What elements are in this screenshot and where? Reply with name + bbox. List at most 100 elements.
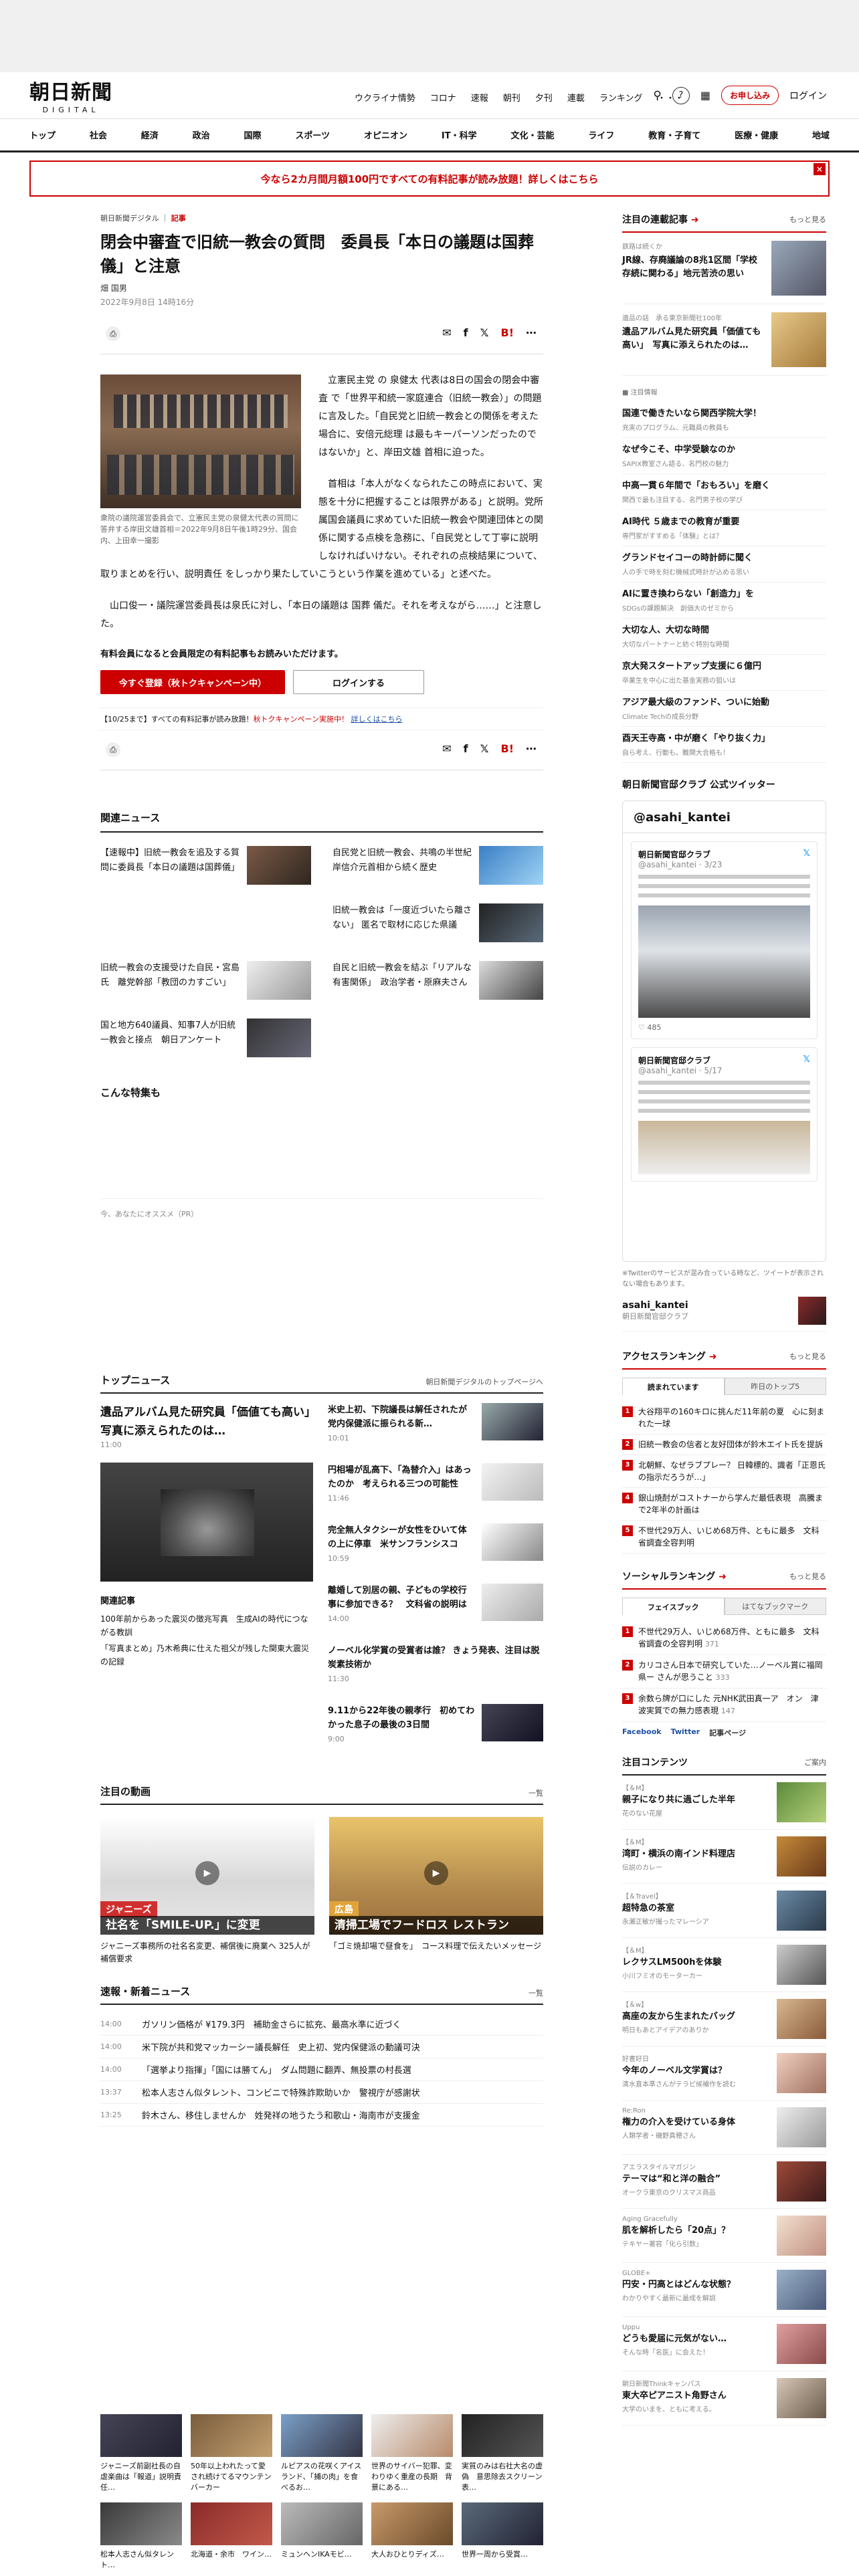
pr-item[interactable]: グランドセイコーの時計師に聞く 人の手で時を刻む機械式時計が込める思い: [622, 546, 826, 582]
promo-banner[interactable]: 今なら2カ月間月額100円ですべての有料記事が読み放題！詳しくはこちら ×: [29, 160, 830, 197]
ranking-item[interactable]: 2 カリコさん日本で研究していた…ノーベル賞に福岡県ー さんが思うこと 333: [622, 1655, 826, 1689]
breaking-item[interactable]: 13:37 松本人志さん似タレント、コンビニで特殊詐欺助いか 警視庁が感謝状: [100, 2081, 543, 2104]
related-item[interactable]: 【速報中】旧統一教会を追及する質問に委員長「本日の議題は国葬儀」: [100, 846, 311, 886]
play-icon[interactable]: ▶: [424, 1861, 448, 1885]
pr-item[interactable]: AIに置き換わらない「創造力」を SDGsの課題解決 創価大のゼミから: [622, 582, 826, 619]
related-item[interactable]: 旧統一教会は「一度近づいたら離さない」 匿名で取材に応じた県議: [332, 903, 543, 944]
article-page-link[interactable]: 記事ページ: [709, 1727, 746, 1738]
gallery-item[interactable]: 大人おひとりディズ…: [371, 2502, 453, 2571]
mail-share-icon[interactable]: ✉: [442, 326, 451, 339]
x-logo-icon[interactable]: 𝕏: [803, 1055, 810, 1065]
twitter-share-icon[interactable]: 𝕏: [480, 742, 489, 755]
content-item[interactable]: 【＆M】 レクサスLM500hを体験 小川フミオのモーターカー: [622, 1938, 826, 1992]
breaking-item[interactable]: 14:00 ガソリン価格が ¥179.3円 補助金さらに拡充、最高水準に近づく: [100, 2013, 543, 2036]
util-nav-breaking[interactable]: 速報: [471, 91, 488, 104]
ranking-item[interactable]: 1 大谷翔平の160キロに挑んだ11年前の夏 心に刻まれた一球: [622, 1402, 826, 1434]
lead-related-item[interactable]: 100年前からあった震災の徴兆写真 生成AIの時代につながる教訓: [100, 1612, 313, 1639]
video-thumbnail[interactable]: ▶ 広島 清掃工場でフードロス レストラン: [329, 1817, 543, 1935]
lead-headline[interactable]: 遺品アルバム見た研究員「価値ても高い」 写真に添えられたのは…: [100, 1403, 321, 1440]
related-item[interactable]: 自民と旧統一教会を結ぶ「リアルな有害関係」 政治学者・原麻夫さん: [332, 961, 543, 1001]
lead-related-item[interactable]: 「写真まとめ」乃木希典に仕えた祖父が残した関東大震災の記録: [100, 1642, 313, 1669]
tweet-image[interactable]: [638, 1121, 810, 1174]
content-more-link[interactable]: ご案内: [804, 1757, 826, 1767]
util-nav-morning[interactable]: 朝刊: [503, 91, 520, 104]
register-button[interactable]: 今すぐ登録（秋トクキャンペーン中）: [100, 670, 285, 694]
pr-item[interactable]: 大切な人、大切な時間 大切なパートナーと紡ぐ特別な時間: [622, 619, 826, 655]
more-share-icon[interactable]: ⋯: [526, 326, 537, 339]
pr-item[interactable]: AI時代 ５歳までの教育が重要 専門家がすすめる「体験」とは？: [622, 510, 826, 546]
pr-item[interactable]: アジア最大級のファンド、ついに始動 Climate Techの成長分野: [622, 691, 826, 727]
util-nav-ukraine[interactable]: ウクライナ情勢: [355, 91, 415, 104]
ranking-item[interactable]: 2 旧統一教会の信者と友好団体が鈴木エイト氏を提訴: [622, 1434, 826, 1455]
breadcrumb-source[interactable]: 朝日新聞デジタル: [100, 214, 159, 223]
cat-top[interactable]: トップ: [29, 128, 56, 141]
breaking-more-link[interactable]: 一覧: [529, 1988, 543, 1998]
search-icon[interactable]: ⚲: [653, 89, 661, 102]
tab-yesterday-top5[interactable]: 昨日のトップ5: [724, 1378, 826, 1395]
video-card[interactable]: ▶ 広島 清掃工場でフードロス レストラン 「ゴミ焼却場で昼食を」 コース料理で…: [329, 1817, 543, 1965]
top-page-link[interactable]: 朝日新聞デジタルのトップページへ: [425, 1376, 543, 1387]
pr-item[interactable]: 京大発スタートアップ支援に６億円 卒業生を中心に出た基金実務の狙いは: [622, 655, 826, 691]
gallery-item[interactable]: 北海道・余市 ワイン…: [191, 2502, 272, 2571]
cat-politics[interactable]: 政治: [193, 128, 210, 141]
apply-button[interactable]: お申し込み: [721, 86, 779, 105]
breaking-item[interactable]: 13:25 鈴木さん、移住しませんか 姓発祥の地うたう和歌山・海南市が支援金: [100, 2104, 543, 2127]
gallery-item[interactable]: 松本人志さん似タレント…: [100, 2502, 182, 2571]
play-icon[interactable]: ▶: [195, 1861, 219, 1885]
content-item[interactable]: 【＆M】 親子になり共に過ごした半年 花のない花屋: [622, 1776, 826, 1830]
breaking-item[interactable]: 14:00 「選挙より指揮」「国には勝てん」 ダム問題に翻弄、無投票の村長選: [100, 2058, 543, 2081]
gallery-item[interactable]: ジャニーズ前副社長の自虐楽曲は「報道」説明責任…: [100, 2414, 182, 2493]
pr-item[interactable]: 酉天王寺高・中が磨く「やり抜く力」 自ら考え、行動も。難関大合格も！: [622, 727, 826, 763]
util-nav-evening[interactable]: 夕刊: [535, 91, 553, 104]
related-item[interactable]: 旧統一教会の支援受けた自民・宮島氏 離党幹部「教団のカすごい」: [100, 961, 311, 1001]
gallery-item[interactable]: 50年以上われたって愛され続けてるマウンテンバーカー: [191, 2414, 272, 2493]
hatena-bookmark-icon[interactable]: B!: [501, 326, 514, 339]
cat-medical[interactable]: 医療・健康: [735, 128, 778, 141]
series-item[interactable]: 鉄路は続くか JR線、存廃議論の8兆1区間「学校存続に関わる」地元苦渋の思い: [622, 233, 826, 304]
more-share-icon[interactable]: ⋯: [526, 742, 537, 755]
twitter-embed[interactable]: @asahi_kantei 𝕏 朝日新聞官邸クラブ @asahi_kantei ·…: [622, 800, 826, 1262]
access-more-link[interactable]: もっと見る: [789, 1351, 826, 1362]
x-logo-icon[interactable]: 𝕏: [803, 849, 810, 859]
video-more-link[interactable]: 一覧: [529, 1788, 543, 1798]
campaign-link[interactable]: 詳しくはこちら: [351, 715, 402, 724]
top-news-item[interactable]: 完全無人タクシーが女性をひいて体の上に停車 米サンフランシスコ 10:59: [328, 1523, 543, 1574]
print-icon[interactable]: ⎙: [106, 742, 120, 757]
video-thumbnail[interactable]: ▶ ジャニーズ 社名を「SMILE-UP.」に変更: [100, 1817, 314, 1935]
top-news-item[interactable]: ノーベル化学賞の受賞者は誰？ きょう発表、注目は脱炭素技術か 11:30: [328, 1644, 543, 1695]
twitter-share-icon[interactable]: 𝕏: [480, 326, 489, 339]
tab-hatena[interactable]: はてなブックマーク: [724, 1598, 826, 1615]
tab-most-read[interactable]: 読まれています: [622, 1378, 725, 1395]
campaign-highlight[interactable]: 秋トクキャンペーン実施中！: [254, 715, 349, 724]
login-link[interactable]: ログイン: [789, 89, 827, 102]
facebook-share-icon[interactable]: f: [464, 742, 468, 755]
article-login-button[interactable]: ログインする: [293, 670, 424, 694]
ranking-item[interactable]: 3 北朝鮮、なぜラブプレー？ 日韓標的、識者「正恩氏の指示だろうが…」: [622, 1455, 826, 1488]
cat-opinion[interactable]: オピニオン: [364, 128, 407, 141]
top-news-item[interactable]: 米史上初、下院議長は解任されたが 党内保健派に振られる新… 10:01: [328, 1403, 543, 1454]
video-card[interactable]: ▶ ジャニーズ 社名を「SMILE-UP.」に変更 ジャニーズ事務所の社名名変更…: [100, 1817, 314, 1965]
content-item[interactable]: 【＆M】 湾町・横浜の南インド料理店 伝説のカレー: [622, 1830, 826, 1884]
article-author[interactable]: 畑 国男: [100, 282, 543, 294]
ranking-item[interactable]: 4 銀山焼酎がコストナーから学んだ最低表現 高騰まで2年半の計画は: [622, 1488, 826, 1521]
tweet-image[interactable]: [638, 905, 810, 1018]
series-more-link[interactable]: もっと見る: [789, 214, 826, 225]
facebook-link[interactable]: Facebook: [622, 1727, 662, 1738]
cat-economy[interactable]: 経済: [141, 128, 159, 141]
top-news-item[interactable]: 円相場が乱高下、「為替介入」はあったのか 考えられる三つの可能性 11:46: [328, 1463, 543, 1514]
tweet-card[interactable]: 𝕏 朝日新聞官邸クラブ @asahi_kantei · 5/17: [631, 1047, 818, 1182]
pr-item[interactable]: なぜ今こそ、中学受験なのか SAPIX教室さん語る、名門校の魅力: [622, 438, 826, 474]
ranking-item[interactable]: 3 余数ら牌が口にした 元NHK武田真一ア オン 津波実質での無力感表現 147: [622, 1689, 826, 1722]
ranking-item[interactable]: 5 不世代29万人、いじめ68万件、ともに最多 文科省調査全容判明: [622, 1521, 826, 1553]
util-nav-corona[interactable]: コロナ: [430, 91, 456, 104]
social-more-link[interactable]: もっと見る: [789, 1571, 826, 1582]
top-news-item[interactable]: 9.11から22年後の親孝行 初めてわかった息子の最後の3日間 9:00: [328, 1704, 543, 1755]
gallery-item[interactable]: ルピアスの花咲くアイスランド、「捕の肉」を食べるお…: [281, 2414, 363, 2493]
gallery-item[interactable]: 世界のサイバー犯罪、変わりゆく重産の長期 背景にある…: [371, 2414, 453, 2493]
content-item[interactable]: Uppu どうも愛届に元気がない… そんな時「名医」に会えた！: [622, 2317, 826, 2371]
content-item[interactable]: アエラスタイルマガジン テーマは“和と洋の融合” オークラ東京のクリスマス商品: [622, 2155, 826, 2209]
print-icon[interactable]: ⎙: [106, 326, 120, 341]
related-item[interactable]: 国と地方640議員、知事7人が旧統一教会と接点 朝日アンケート: [100, 1018, 311, 1059]
cat-it-science[interactable]: IT・科学: [442, 128, 477, 141]
close-icon[interactable]: ×: [814, 163, 826, 175]
